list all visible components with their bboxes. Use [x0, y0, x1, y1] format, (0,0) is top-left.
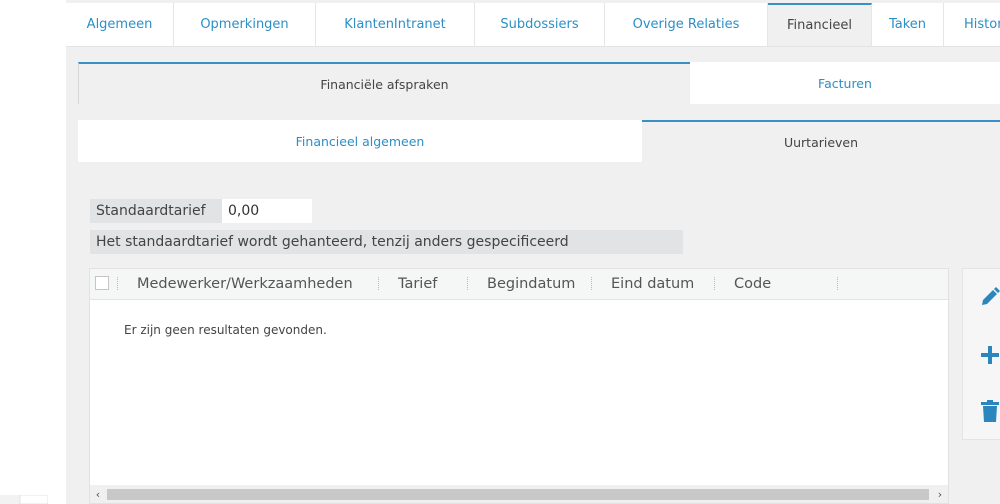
- standaardtarief-label: Standaardtarief: [90, 199, 222, 223]
- scroll-right-arrow[interactable]: ›: [932, 485, 948, 503]
- add-button[interactable]: [979, 341, 1000, 369]
- sub-tab-bar-1: Financiële afspraken Facturen: [78, 62, 1000, 104]
- tab-opmerkingen[interactable]: Opmerkingen: [174, 3, 316, 46]
- tab-facturen[interactable]: Facturen: [690, 62, 1000, 104]
- column-tarief[interactable]: Tarief: [398, 269, 437, 299]
- plus-icon: [981, 346, 999, 364]
- tab-financieel-algemeen[interactable]: Financieel algemeen: [78, 120, 642, 162]
- action-panel: [962, 268, 1000, 440]
- sub-tab-bar-2: Financieel algemeen Uurtarieven: [78, 120, 1000, 162]
- standaardtarief-hint: Het standaardtarief wordt gehanteerd, te…: [90, 230, 683, 254]
- standaardtarief-input[interactable]: [222, 199, 312, 223]
- column-separator: [837, 277, 838, 290]
- tab-historie[interactable]: Histori: [944, 3, 1000, 46]
- column-separator: [591, 277, 592, 290]
- pencil-icon: [982, 287, 1000, 305]
- scrollbar-thumb[interactable]: [107, 489, 929, 500]
- column-medewerker[interactable]: Medewerker/Werkzaamheden: [137, 269, 353, 299]
- edit-button[interactable]: [979, 283, 1000, 311]
- tab-taken[interactable]: Taken: [872, 3, 944, 46]
- column-separator: [714, 277, 715, 290]
- tab-overige-relaties[interactable]: Overige Relaties: [605, 3, 768, 46]
- horizontal-scrollbar[interactable]: ‹ ›: [90, 485, 948, 503]
- scroll-fragment: [0, 495, 48, 504]
- empty-message: Er zijn geen resultaten gevonden.: [124, 323, 327, 337]
- grid-header: Medewerker/Werkzaamheden Tarief Begindat…: [90, 269, 948, 300]
- column-separator: [117, 277, 118, 290]
- column-begindatum[interactable]: Begindatum: [487, 269, 575, 299]
- scroll-left-arrow[interactable]: ‹: [90, 485, 106, 503]
- uurtarieven-grid: Medewerker/Werkzaamheden Tarief Begindat…: [89, 268, 949, 504]
- tab-financiele-afspraken[interactable]: Financiële afspraken: [78, 62, 690, 104]
- tab-uurtarieven[interactable]: Uurtarieven: [642, 120, 1000, 162]
- column-separator: [467, 277, 468, 290]
- select-all-checkbox[interactable]: [95, 276, 109, 290]
- tab-subdossiers[interactable]: Subdossiers: [475, 3, 605, 46]
- column-code[interactable]: Code: [734, 269, 771, 299]
- delete-button[interactable]: [979, 397, 1000, 425]
- column-eind-datum[interactable]: Eind datum: [611, 269, 694, 299]
- tab-financieel[interactable]: Financieel: [768, 3, 872, 46]
- tab-klantenintranet[interactable]: KlantenIntranet: [316, 3, 475, 46]
- top-tab-bar: Algemeen Opmerkingen KlantenIntranet Sub…: [66, 3, 1000, 47]
- trash-icon: [981, 400, 999, 422]
- tab-algemeen[interactable]: Algemeen: [66, 3, 174, 46]
- column-separator: [378, 277, 379, 290]
